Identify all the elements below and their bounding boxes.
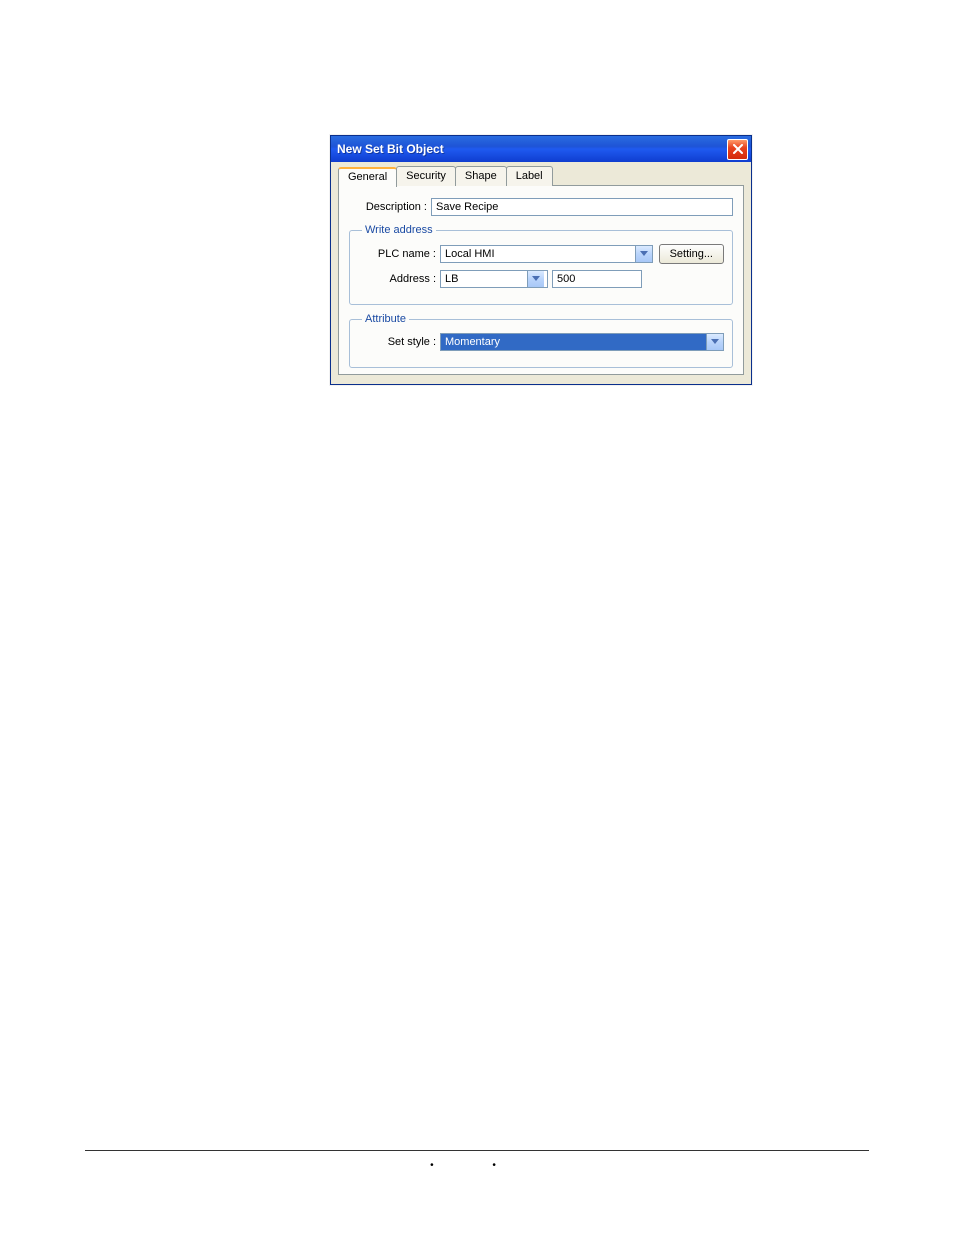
close-icon	[733, 144, 743, 154]
title-bar[interactable]: New Set Bit Object	[331, 136, 751, 162]
footer-dots: • •	[0, 1160, 954, 1171]
setting-button[interactable]: Setting...	[659, 244, 724, 264]
address-register-value: LB	[441, 271, 527, 287]
description-label: Description :	[349, 201, 431, 213]
dialog-title: New Set Bit Object	[337, 142, 727, 156]
description-input[interactable]	[431, 198, 733, 216]
chevron-down-icon	[711, 339, 719, 345]
tab-general[interactable]: General	[338, 167, 397, 187]
plc-name-label: PLC name :	[358, 248, 440, 260]
write-address-legend: Write address	[362, 224, 436, 236]
tab-security[interactable]: Security	[396, 166, 456, 186]
address-number-input[interactable]	[552, 270, 642, 288]
set-bit-object-dialog: New Set Bit Object General Security Shap…	[330, 135, 752, 385]
set-style-value: Momentary	[441, 334, 706, 350]
plc-name-dropdown-arrow[interactable]	[635, 246, 652, 262]
attribute-legend: Attribute	[362, 313, 409, 325]
plc-name-combo[interactable]: Local HMI	[440, 245, 653, 263]
tab-strip: General Security Shape Label	[338, 166, 744, 186]
tab-panel-general: Description : Write address PLC name : L…	[338, 185, 744, 375]
tab-label[interactable]: Label	[506, 166, 553, 186]
write-address-group: Write address PLC name : Local HMI Setti…	[349, 224, 733, 305]
set-style-combo[interactable]: Momentary	[440, 333, 724, 351]
plc-name-value: Local HMI	[441, 246, 635, 262]
address-register-dropdown-arrow[interactable]	[527, 271, 544, 287]
set-style-dropdown-arrow[interactable]	[706, 334, 723, 350]
attribute-group: Attribute Set style : Momentary	[349, 313, 733, 368]
set-style-label: Set style :	[358, 336, 440, 348]
tab-shape[interactable]: Shape	[455, 166, 507, 186]
footer-divider	[85, 1150, 869, 1151]
chevron-down-icon	[532, 276, 540, 282]
close-button[interactable]	[727, 139, 748, 160]
address-label: Address :	[358, 273, 440, 285]
address-register-combo[interactable]: LB	[440, 270, 548, 288]
chevron-down-icon	[640, 251, 648, 257]
